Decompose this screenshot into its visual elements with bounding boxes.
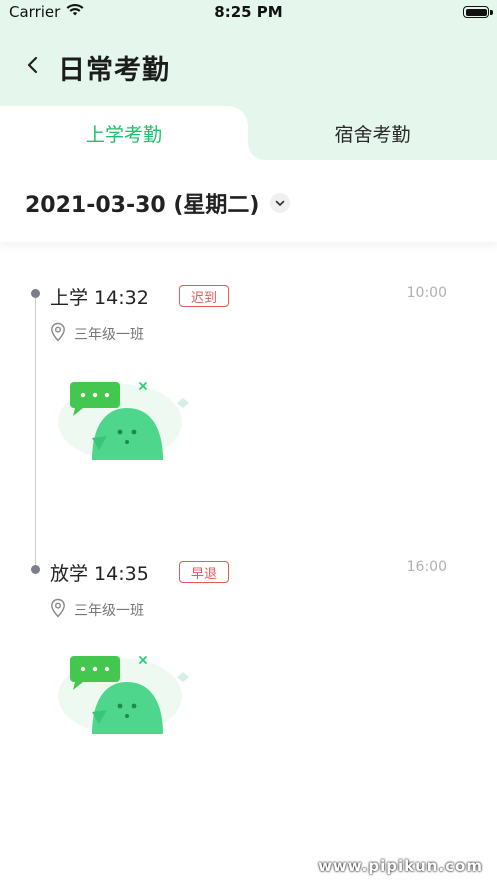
battery-icon [463,6,493,18]
page-title: 日常考勤 [58,55,170,86]
attendance-photo-placeholder[interactable] [55,372,190,462]
tab-school-attendance[interactable]: 上学考勤 [0,106,264,160]
status-badge: 迟到 [179,285,229,307]
watermark-text: www.pipikun.com [318,857,483,875]
timeline-dot [31,289,40,298]
record-expected-time: 10:00 [406,285,447,301]
attendance-photo-placeholder[interactable] [55,646,190,736]
timeline-dot [31,565,40,574]
status-badge: 早退 [179,561,229,583]
record-location: 三年级一班 [50,322,144,346]
timeline-line [35,294,36,568]
date-selector[interactable]: 2021-03-30 (星期二) [25,187,290,219]
status-bar: Carrier 8:25 PM [0,0,497,28]
back-button[interactable] [18,52,46,82]
status-time: 8:25 PM [214,3,283,21]
location-label: 三年级一班 [74,327,144,343]
record-expected-time: 16:00 [406,559,447,575]
location-label: 三年级一班 [74,603,144,619]
location-pin-icon [50,322,66,346]
date-row: 2021-03-30 (星期二) [0,160,497,242]
tab-bar: 上学考勤 宿舍考勤 [0,106,497,160]
chevron-down-icon[interactable] [269,193,290,213]
date-text: 2021-03-30 (星期二) [25,193,260,218]
location-pin-icon [50,598,66,622]
chevron-left-icon [25,55,39,79]
nav-header: 日常考勤 [0,28,497,106]
tab-dorm-attendance[interactable]: 宿舍考勤 [248,106,497,160]
record-location: 三年级一班 [50,598,144,622]
record-type-time: 放学 14:35 [50,563,149,585]
record-type-time: 上学 14:32 [50,287,149,309]
